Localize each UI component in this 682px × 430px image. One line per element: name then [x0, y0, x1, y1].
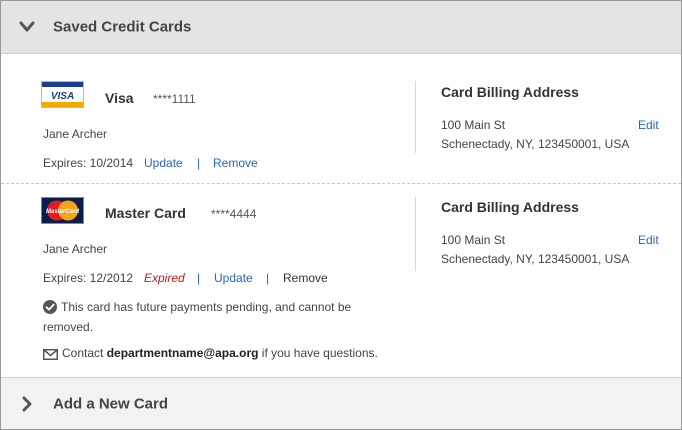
chevron-right-icon[interactable]	[17, 394, 37, 414]
checkmark-circle-icon	[43, 300, 57, 319]
add-card-title: Add a New Card	[53, 395, 169, 412]
contact-email[interactable]: departmentname@apa.org	[107, 346, 259, 360]
saved-cards-title: Saved Credit Cards	[53, 18, 192, 36]
card-name: Visa	[105, 90, 134, 106]
pending-payments-notice: This card has future payments pending, a…	[43, 299, 383, 336]
mastercard-logo-icon: MasterCard	[41, 197, 84, 224]
saved-cards-header[interactable]: Saved Credit Cards	[1, 1, 681, 54]
contact-suffix: if you have questions.	[261, 346, 378, 360]
billing-address-title: Card Billing Address	[441, 199, 579, 215]
column-divider	[415, 197, 416, 271]
visa-logo-text: VISA	[51, 91, 74, 102]
chevron-down-icon[interactable]	[17, 17, 37, 37]
card-holder: Jane Archer	[43, 127, 108, 141]
saved-card-mastercard: MasterCard Master Card ****4444 Jane Arc…	[1, 184, 681, 376]
saved-cards-panel: Saved Credit Cards VISA Visa ****1111 Ja…	[0, 0, 682, 430]
update-link[interactable]: Update	[214, 271, 253, 285]
action-separator: |	[197, 156, 201, 170]
add-card-header[interactable]: Add a New Card	[1, 377, 681, 429]
visa-logo-icon: VISA	[41, 81, 84, 108]
column-divider	[415, 81, 416, 153]
billing-address-line2: Schenectady, NY, 123450001, USA	[441, 252, 630, 266]
update-link[interactable]: Update	[144, 156, 183, 170]
contact-prefix: Contact	[62, 346, 104, 360]
card-number: ****1111	[153, 92, 196, 106]
card-expiry: Expires: 12/2012	[43, 271, 134, 285]
billing-address-line1: 100 Main St	[441, 118, 506, 132]
action-separator: |	[266, 271, 270, 285]
billing-address-line2: Schenectady, NY, 123450001, USA	[441, 137, 630, 151]
mastercard-logo-text: MasterCard	[46, 209, 79, 215]
edit-address-link[interactable]: Edit	[638, 233, 659, 247]
envelope-icon	[43, 349, 58, 363]
action-separator: |	[197, 271, 201, 285]
edit-address-link[interactable]: Edit	[638, 118, 659, 132]
expired-label: Expired	[144, 271, 185, 285]
remove-link-disabled: Remove	[283, 271, 328, 285]
billing-address-title: Card Billing Address	[441, 84, 579, 100]
card-expiry: Expires: 10/2014	[43, 156, 134, 170]
contact-line: Contact departmentname@apa.org if you ha…	[43, 346, 378, 363]
card-holder: Jane Archer	[43, 242, 108, 256]
card-name: Master Card	[105, 205, 186, 221]
billing-address-line1: 100 Main St	[441, 233, 506, 247]
card-number: ****4444	[211, 207, 257, 221]
pending-notice-text: This card has future payments pending, a…	[43, 300, 352, 334]
saved-card-visa: VISA Visa ****1111 Jane Archer Expires: …	[1, 55, 681, 183]
remove-link[interactable]: Remove	[213, 156, 258, 170]
